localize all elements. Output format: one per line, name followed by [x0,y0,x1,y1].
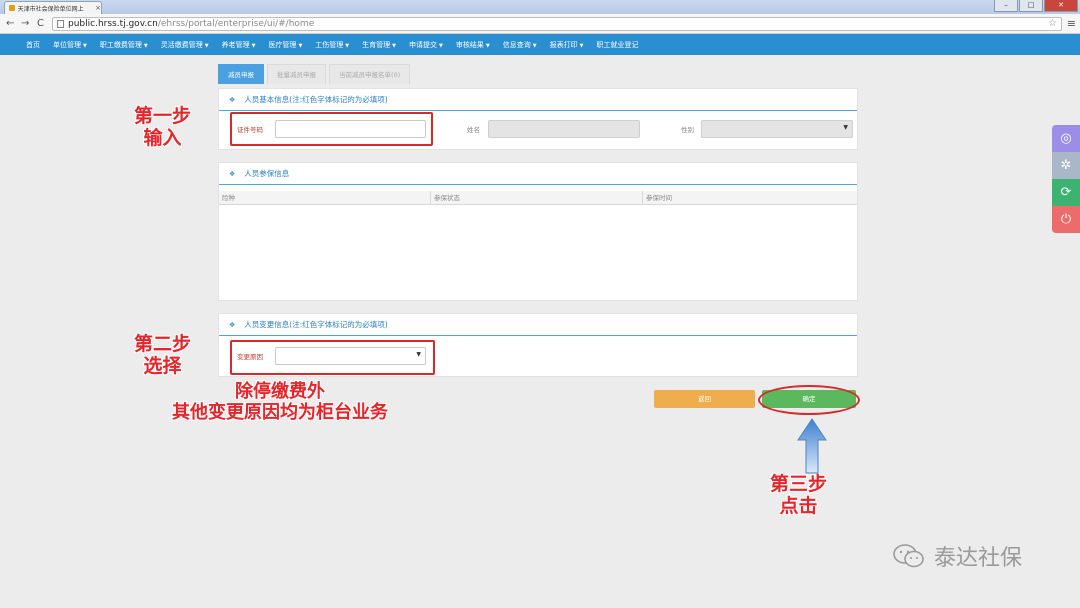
nav-item-maternity[interactable]: 生育管理 ▼ [362,40,396,50]
nav-item-home[interactable]: 首页 [26,40,40,50]
forward-arrow-icon[interactable]: → [21,18,29,30]
nav-item-employee-payment[interactable]: 职工缴费管理 ▼ [100,40,148,50]
nav-item-review[interactable]: 审核结果 ▼ [456,40,490,50]
step2-annotation: 第二步 选择 [134,333,192,377]
tab-current-list[interactable]: 当前减员申报名单(0) [329,64,411,84]
nav-item-pension[interactable]: 养老管理 ▼ [222,40,256,50]
main-nav: 首页 单位管理 ▼ 职工缴费管理 ▼ 灵活缴费管理 ▼ 养老管理 ▼ 医疗管理 ▼ 工伤管… [0,34,1080,55]
chevron-down-icon: ▼ [143,42,148,49]
step3-highlight-ellipse [758,385,860,415]
chevron-down-icon: ▼ [251,42,256,49]
page-icon [57,20,64,28]
reload-icon[interactable]: C [37,18,44,30]
column-insurance-type: 险种 [219,191,431,204]
chevron-down-icon: ▼ [83,42,87,49]
name-label: 姓名 [467,126,480,134]
watermark-text: 泰达社保 [934,546,1023,571]
insurance-info-header: ❖ 人员参保信息 [219,163,857,185]
minimize-button[interactable]: – [994,0,1018,12]
nav-item-query[interactable]: 信息查询 ▼ [503,40,537,50]
browser-toolbar: ← → C public.hrss.tj.gov.cn/ehrss/portal… [0,14,1080,34]
close-window-button[interactable]: ✕ [1044,0,1078,12]
chevron-down-icon: ▼ [204,42,209,49]
diamond-icon: ❖ [229,320,236,329]
nav-item-unit[interactable]: 单位管理 ▼ [53,40,87,50]
name-input [488,120,640,138]
diamond-icon: ❖ [229,95,236,104]
step3-annotation: 第三步 点击 [770,473,828,517]
change-info-header: ❖ 人员变更信息(注:红色字体标记的为必填项) [219,314,857,336]
side-tree-icon[interactable]: ✲ [1052,152,1080,179]
chevron-down-icon: ▼ [298,42,303,49]
back-button[interactable]: 返回 [654,390,755,408]
nav-item-medical[interactable]: 医疗管理 ▼ [268,40,302,50]
side-eye-icon[interactable]: ◎ [1052,125,1080,152]
nav-item-employment[interactable]: 职工就业登记 [596,40,638,50]
page-tabs: 减员申报 批量减员申报 当前减员申报名单(0) [218,64,411,84]
browser-tab[interactable]: 天津市社会保险单位网上 × [4,1,102,14]
step2-highlight-box [230,340,435,375]
column-insurance-status: 参保状态 [431,191,643,204]
back-arrow-icon[interactable]: ← [6,18,14,30]
wechat-logo-icon [893,544,924,568]
side-power-icon[interactable]: ⏻ [1052,206,1080,233]
column-insurance-time: 参保时间 [646,194,672,202]
tab-batch-reduce[interactable]: 批量减员申报 [267,64,326,84]
basic-info-title: 人员基本信息(注:红色字体标记的为必填项) [244,95,388,104]
address-bar[interactable]: public.hrss.tj.gov.cn/ehrss/portal/enter… [52,17,1062,31]
step1-highlight-box [230,112,433,146]
tab-reduce-declare[interactable]: 减员申报 [218,64,264,84]
watermark: 泰达社保 [892,540,1022,572]
step1-annotation: 第一步 输入 [134,105,192,149]
side-refresh-icon[interactable]: ⟳ [1052,179,1080,206]
note-annotation: 除停缴费外 其他变更原因均为柜台业务 [172,381,388,423]
chevron-down-icon: ▼ [579,42,584,49]
gender-label: 性别 [681,126,694,134]
nav-item-flexible-payment[interactable]: 灵活缴费管理 ▼ [161,40,209,50]
browser-menu-icon[interactable]: ≡ [1067,17,1076,30]
gender-select: ▼ [701,120,853,138]
tab-close-icon[interactable]: × [95,4,101,12]
chevron-down-icon: ▼ [439,42,443,49]
nav-item-submit[interactable]: 申请提交 ▼ [409,40,443,50]
insurance-info-panel: ❖ 人员参保信息 险种 参保状态 参保时间 [218,162,858,301]
basic-info-header: ❖ 人员基本信息(注:红色字体标记的为必填项) [219,89,857,111]
chevron-down-icon: ▼ [532,42,537,49]
browser-titlebar: 天津市社会保险单位网上 × – □ ✕ [0,0,1080,14]
nav-item-reports[interactable]: 报表打印 ▼ [550,40,584,50]
window-controls: – □ ✕ [994,0,1078,12]
up-arrow-icon [797,418,827,474]
side-toolbar: ◎ ✲ ⟳ ⏻ [1052,125,1080,233]
nav-item-injury[interactable]: 工伤管理 ▼ [315,40,349,50]
chevron-down-icon: ▼ [843,124,848,131]
chevron-down-icon: ▼ [485,42,490,49]
insurance-table-header: 险种 参保状态 参保时间 [219,191,857,205]
change-info-title: 人员变更信息(注:红色字体标记的为必填项) [244,320,388,329]
maximize-button[interactable]: □ [1019,0,1043,12]
diamond-icon: ❖ [229,169,236,178]
chevron-down-icon: ▼ [345,42,350,49]
insurance-info-title: 人员参保信息 [244,169,290,178]
url-text: public.hrss.tj.gov.cn/ehrss/portal/enter… [68,19,315,29]
browser-tab-title: 天津市社会保险单位网上 [17,5,84,13]
favicon-icon [9,5,15,11]
chevron-down-icon: ▼ [392,42,397,49]
bookmark-star-icon[interactable]: ☆ [1048,18,1057,29]
